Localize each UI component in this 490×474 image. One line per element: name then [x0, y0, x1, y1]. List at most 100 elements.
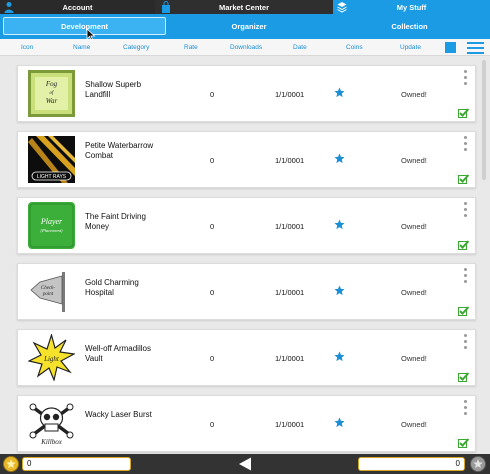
star-badge-icon[interactable]: [470, 456, 486, 472]
list-item[interactable]: Killbox Wacky Laser Burst 0 1/1/0001 Own…: [17, 395, 476, 452]
item-date: 1/1/0001: [275, 156, 305, 165]
column-name[interactable]: Name: [73, 44, 90, 51]
column-downloads[interactable]: Downloads: [230, 44, 262, 51]
light-rays-thumbnail: LIGHT RAYS: [28, 136, 75, 183]
thumb-text: Killbox: [40, 438, 63, 446]
more-options-icon[interactable]: [464, 136, 468, 154]
owned-check-icon: [458, 372, 469, 382]
thumb-text: LIGHT RAYS: [37, 174, 67, 180]
subtab-development[interactable]: Development: [3, 17, 166, 35]
star-icon[interactable]: [334, 417, 345, 428]
owned-check-icon: [458, 174, 469, 184]
column-coins[interactable]: Coins: [346, 44, 363, 51]
thumb-text: Fog: [45, 80, 58, 88]
list-item[interactable]: Check- point Gold Charming Hospital 0 1/…: [17, 263, 476, 320]
user-icon: [4, 2, 14, 13]
item-list[interactable]: Fog of War Shallow Superb Landfill 0 1/1…: [0, 56, 490, 454]
tab-account-label: Account: [62, 2, 93, 12]
points-field[interactable]: 0: [358, 457, 465, 471]
star-icon[interactable]: [334, 351, 345, 362]
list-item[interactable]: LIGHT RAYS Petite Waterbarrow Combat 0 1…: [17, 131, 476, 188]
back-arrow-icon[interactable]: [238, 457, 252, 471]
column-rate[interactable]: Rate: [184, 44, 198, 51]
item-update-status: Owned!: [401, 222, 427, 231]
item-name[interactable]: Petite Waterbarrow Combat: [85, 141, 165, 161]
more-options-icon[interactable]: [464, 400, 468, 418]
checkpoint-flag-thumbnail: Check- point: [28, 268, 75, 315]
subtab-organizer-label: Organizer: [231, 21, 267, 31]
thumb-text: Check-: [41, 286, 55, 291]
bag-icon: [162, 1, 170, 13]
item-name[interactable]: Gold Charming Hospital: [85, 278, 165, 298]
player-placement-thumbnail: Player (Placement): [28, 202, 75, 249]
item-name[interactable]: The Faint Driving Money: [85, 212, 165, 232]
item-name[interactable]: Shallow Superb Landfill: [85, 80, 165, 100]
item-rate: 0: [210, 222, 215, 231]
item-update-status: Owned!: [401, 156, 427, 165]
subtab-collection[interactable]: Collection: [331, 17, 488, 35]
thumb-text: War: [46, 97, 58, 105]
item-date: 1/1/0001: [275, 354, 305, 363]
item-rate: 0: [210, 354, 215, 363]
owned-check-icon: [458, 306, 469, 316]
tab-market-center[interactable]: Market Center: [155, 0, 333, 14]
item-update-status: Owned!: [401, 288, 427, 297]
tab-my-stuff-label: My Stuff: [396, 2, 427, 12]
subtab-development-label: Development: [60, 21, 109, 31]
star-icon[interactable]: [334, 153, 345, 164]
thumb-text: Light: [43, 355, 60, 363]
top-navigation: Account Market Center My Stuff: [0, 0, 490, 14]
list-item[interactable]: Fog of War Shallow Superb Landfill 0 1/1…: [17, 65, 476, 122]
item-rate: 0: [210, 90, 215, 99]
scrollbar-thumb[interactable]: [482, 60, 486, 180]
more-options-icon[interactable]: [464, 70, 468, 88]
item-name[interactable]: Wacky Laser Burst: [85, 410, 165, 420]
item-update-status: Owned!: [401, 90, 427, 99]
thumb-text: (Placement): [41, 228, 63, 233]
tab-account[interactable]: Account: [0, 0, 155, 14]
more-options-icon[interactable]: [464, 334, 468, 352]
item-date: 1/1/0001: [275, 288, 305, 297]
thumb-text: point: [42, 292, 54, 297]
thumb-text: of: [50, 91, 55, 96]
killbox-skull-thumbnail: Killbox: [28, 400, 75, 447]
star-icon[interactable]: [334, 87, 345, 98]
subtab-organizer[interactable]: Organizer: [167, 17, 331, 35]
item-date: 1/1/0001: [275, 90, 305, 99]
star-icon[interactable]: [334, 219, 345, 230]
more-options-icon[interactable]: [464, 268, 468, 286]
item-update-status: Owned!: [401, 354, 427, 363]
view-toggle-button[interactable]: [445, 42, 456, 53]
layers-icon: [337, 2, 347, 13]
subtab-collection-label: Collection: [391, 21, 428, 31]
item-update-status: Owned!: [401, 420, 427, 429]
column-category[interactable]: Category: [123, 44, 149, 51]
owned-check-icon: [458, 240, 469, 250]
list-item[interactable]: Light Well-off Armadillos Vault 0 1/1/00…: [17, 329, 476, 386]
item-name[interactable]: Well-off Armadillos Vault: [85, 344, 165, 364]
more-options-icon[interactable]: [464, 202, 468, 220]
thumb-text: Player: [40, 217, 63, 226]
column-update[interactable]: Update: [400, 44, 421, 51]
tab-my-stuff[interactable]: My Stuff: [333, 0, 490, 14]
item-date: 1/1/0001: [275, 420, 305, 429]
coins-field[interactable]: 0: [22, 457, 131, 471]
item-rate: 0: [210, 288, 215, 297]
light-burst-thumbnail: Light: [28, 334, 75, 381]
fog-of-war-thumbnail: Fog of War: [28, 70, 75, 117]
column-date[interactable]: Date: [293, 44, 307, 51]
sub-navigation: Development Organizer Collection: [0, 14, 490, 39]
item-date: 1/1/0001: [275, 222, 305, 231]
list-item[interactable]: Player (Placement) The Faint Driving Mon…: [17, 197, 476, 254]
bottom-bar: 0 0: [0, 454, 490, 474]
coin-icon: [3, 456, 19, 472]
owned-check-icon: [458, 108, 469, 118]
owned-check-icon: [458, 438, 469, 448]
tab-market-center-label: Market Center: [218, 2, 270, 12]
column-header: Icon Name Category Rate Downloads Date C…: [0, 39, 490, 56]
menu-icon[interactable]: [467, 42, 484, 54]
column-icon[interactable]: Icon: [21, 44, 33, 51]
item-rate: 0: [210, 420, 215, 429]
star-icon[interactable]: [334, 285, 345, 296]
item-rate: 0: [210, 156, 215, 165]
